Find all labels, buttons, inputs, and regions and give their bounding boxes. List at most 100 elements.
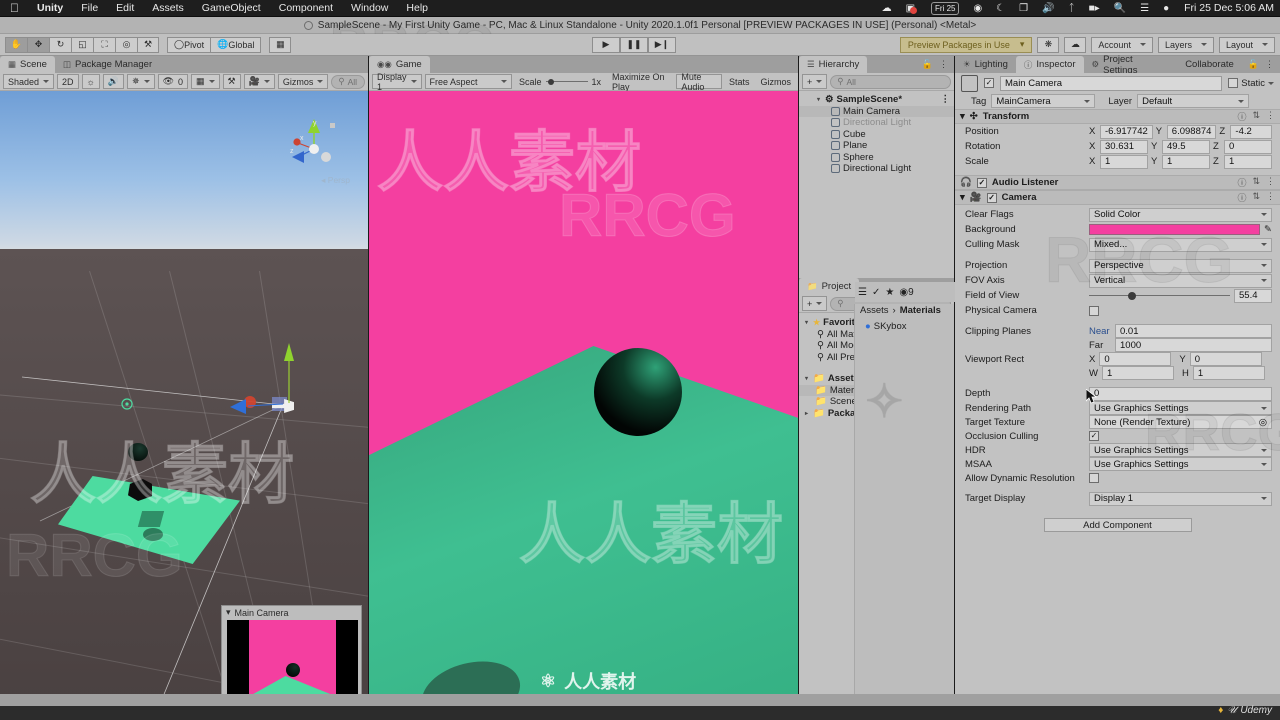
tab-hierarchy[interactable]: ☰ Hierarchy (799, 56, 868, 73)
apple-logo-icon[interactable]:  (6, 2, 28, 14)
audio-listener-enabled-checkbox[interactable]: ✓ (976, 177, 987, 188)
far-field[interactable]: 1000 (1115, 338, 1272, 352)
chevron-down-icon[interactable]: ▾ (960, 111, 965, 122)
scale-x-field[interactable]: 1 (1100, 154, 1148, 169)
field-of-view-slider[interactable] (1089, 290, 1230, 302)
hierarchy-item-directional-light-disabled[interactable]: Directional Light (799, 117, 954, 129)
tab-lighting[interactable]: ☀ Lighting (955, 56, 1016, 73)
camera-component-header[interactable]: ▾ 🎥 ✓ Camera ⓘ ⇅ ⋮ (955, 190, 1280, 205)
play-button[interactable]: ▶ (592, 36, 620, 53)
record-icon[interactable]: ▣ (899, 3, 924, 14)
more-menu-icon[interactable]: ⋮ (1265, 59, 1274, 70)
tab-game[interactable]: ◉◉ Game (369, 56, 430, 73)
background-color-swatch[interactable] (1089, 224, 1261, 235)
add-component-button[interactable]: Add Component (1043, 518, 1192, 532)
viewport-w-field[interactable]: 1 (1101, 366, 1174, 380)
hierarchy-add-button[interactable]: + (802, 74, 828, 89)
bluetooth-icon[interactable]: ᛏ (1062, 3, 1082, 14)
scale-z-field[interactable]: 1 (1224, 154, 1272, 169)
tag-dropdown[interactable]: MainCamera (991, 94, 1096, 108)
rotate-tool-button[interactable]: ↻ (49, 36, 71, 53)
hierarchy-scene-root[interactable]: ▾ ⚙ SampleScene* ⋮ (799, 94, 954, 106)
chevron-down-icon[interactable]: ▾ (803, 319, 810, 326)
rotation-x-field[interactable]: 30.631 (1100, 139, 1148, 154)
scene-search-input[interactable]: ⚲ All (331, 74, 365, 89)
scene-tools-button[interactable]: ⚒ (222, 74, 241, 89)
scene-camera-dropdown[interactable]: 🎥 (243, 74, 275, 89)
tab-project-settings[interactable]: ⚙ Project Settings (1083, 54, 1178, 76)
tab-project[interactable]: 📁 Project (799, 278, 860, 295)
menu-item-help[interactable]: Help (397, 0, 437, 17)
scene-grid-dropdown[interactable]: ▦ (191, 74, 220, 89)
hierarchy-search-input[interactable]: ⚲ All (830, 74, 951, 89)
chevron-down-icon[interactable]: ▾ (803, 375, 810, 382)
filter-by-type-icon[interactable]: ☰ (858, 287, 867, 298)
toggle-2d-button[interactable]: 2D (57, 74, 79, 89)
chevron-down-icon[interactable]: ▾ (815, 96, 822, 103)
transform-component-header[interactable]: ▾ ✣ Transform ⓘ ⇅ ⋮ (955, 109, 1280, 124)
step-button[interactable]: ▶❙ (648, 36, 676, 53)
preset-icon[interactable]: ⇅ (1252, 176, 1260, 189)
scene-visibility-toggle[interactable]: 👁 0 (157, 74, 189, 89)
menu-item-component[interactable]: Component (270, 0, 342, 17)
menu-item-unity[interactable]: Unity (28, 0, 72, 17)
fov-axis-dropdown[interactable]: Vertical (1089, 273, 1272, 288)
siri-icon[interactable]: ● (1156, 3, 1176, 14)
culling-mask-dropdown[interactable]: Mixed... (1089, 237, 1272, 252)
scene-orientation-gizmo[interactable]: y x z (284, 117, 344, 177)
menu-item-window[interactable]: Window (342, 0, 397, 17)
calendar-badge[interactable]: Fri 25 (924, 1, 966, 15)
camera-enabled-checkbox[interactable]: ✓ (986, 192, 997, 203)
position-y-field[interactable]: 6.098874 (1166, 124, 1217, 139)
breadcrumb-assets[interactable]: Assets (860, 305, 889, 316)
object-name-field[interactable]: Main Camera (1000, 75, 1223, 91)
more-menu-icon[interactable]: ⋮ (939, 59, 948, 70)
camera-preview-header[interactable]: ▾ Main Camera (222, 606, 361, 619)
hierarchy-item-sphere[interactable]: Sphere (799, 152, 954, 164)
move-tool-button[interactable]: ✥ (27, 36, 49, 53)
collab-button[interactable]: ❋ (1037, 36, 1060, 53)
menu-item-file[interactable]: File (72, 0, 107, 17)
game-viewport[interactable]: 人人素材 RRCG 人人素材 (369, 91, 798, 704)
rendering-path-dropdown[interactable]: Use Graphics Settings (1089, 401, 1272, 415)
hierarchy-item-main-camera[interactable]: Main Camera (799, 105, 954, 117)
more-menu-icon[interactable]: ⋮ (1266, 176, 1275, 189)
more-menu-icon[interactable]: ⋮ (1266, 110, 1275, 123)
chevron-right-icon[interactable]: ▸ (803, 410, 810, 417)
scale-slider[interactable]: Scale 1x (515, 74, 605, 89)
transform-tool-button[interactable]: ◎ (115, 36, 137, 53)
static-toggle[interactable]: Static (1228, 78, 1274, 89)
chevron-down-icon[interactable]: ▾ (960, 192, 965, 203)
timer-icon[interactable]: ◉ (966, 3, 989, 14)
custom-tool-button[interactable]: ⚒ (137, 36, 159, 53)
allow-dynamic-resolution-checkbox[interactable] (1089, 473, 1099, 483)
hierarchy-item-cube[interactable]: Cube (799, 129, 954, 141)
moon-icon[interactable]: ☾ (989, 3, 1012, 14)
display-dropdown[interactable]: Display 1 (372, 72, 422, 92)
favorite-icon[interactable]: ★ (885, 287, 894, 298)
help-icon[interactable]: ⓘ (1237, 110, 1246, 123)
target-texture-field[interactable]: None (Render Texture) ◎ (1089, 415, 1272, 429)
screen-mirror-icon[interactable]: ❐ (1012, 3, 1035, 14)
layers-button[interactable]: Layers (1157, 36, 1214, 53)
projection-dropdown[interactable]: Perspective (1089, 258, 1272, 273)
lock-icon[interactable]: 🔓 (1248, 59, 1259, 70)
project-file-skybox[interactable]: ● SKybox (855, 319, 954, 333)
scene-lighting-toggle[interactable]: ☼ (81, 74, 100, 89)
search-icon[interactable]: 🔍 (1107, 3, 1133, 14)
scale-tool-button[interactable]: ◱ (71, 36, 93, 53)
breadcrumb-materials[interactable]: Materials (900, 305, 941, 316)
tab-scene[interactable]: ▦ Scene (0, 56, 55, 73)
layer-dropdown[interactable]: Default (1137, 94, 1250, 108)
volume-icon[interactable]: 🔊 (1035, 3, 1061, 14)
aspect-dropdown[interactable]: Free Aspect (424, 74, 512, 89)
scene-projection-label[interactable]: ◂ Persp (321, 175, 350, 186)
msaa-dropdown[interactable]: Use Graphics Settings (1089, 457, 1272, 471)
hierarchy-item-directional-light[interactable]: Directional Light (799, 163, 954, 175)
object-enabled-checkbox[interactable]: ✓ (984, 78, 994, 88)
menu-item-edit[interactable]: Edit (107, 0, 143, 17)
position-z-field[interactable]: -4.2 (1230, 124, 1272, 139)
global-button[interactable]: 🌐 Global (210, 36, 262, 53)
physical-camera-checkbox[interactable] (1089, 305, 1099, 316)
hand-tool-button[interactable]: ✋ (5, 36, 27, 53)
